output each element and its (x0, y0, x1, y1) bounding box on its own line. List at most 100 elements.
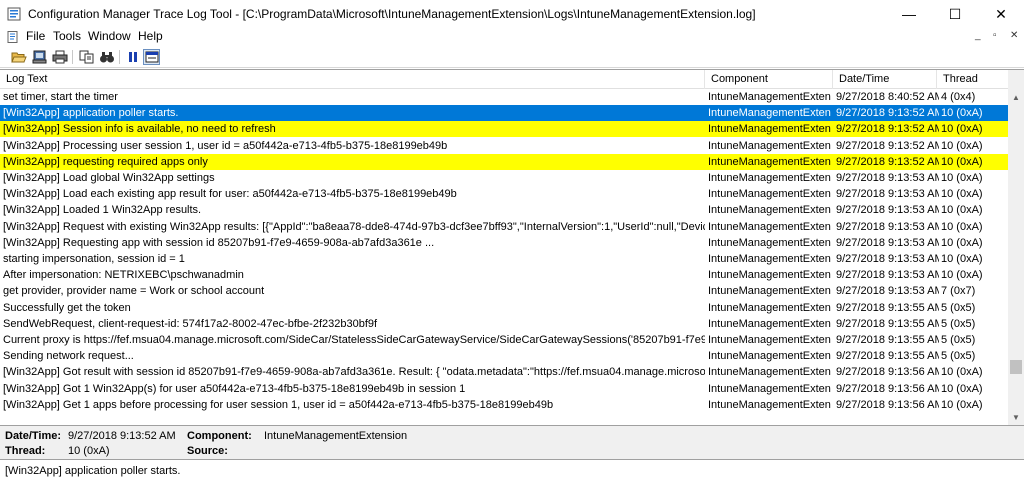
scroll-down-icon[interactable]: ▼ (1008, 409, 1024, 425)
pause-icon (128, 52, 137, 62)
table-row[interactable]: [Win32App] Load global Win32App settings… (0, 170, 1008, 186)
component-cell: IntuneManagementExtension (708, 156, 831, 168)
log-text-cell: [Win32App] Loaded 1 Win32App results. (3, 204, 202, 216)
column-header-date-time[interactable]: Date/Time (833, 70, 937, 89)
thread-cell: 5 (0x5) (941, 334, 976, 346)
component-cell: IntuneManagementExtension (708, 269, 831, 281)
log-text-cell: [Win32App] Load each existing app result… (3, 188, 457, 200)
child-close-icon[interactable]: ✕ (1010, 30, 1018, 41)
datetime-cell: 9/27/2018 9:13:52 AM (836, 107, 939, 119)
table-row[interactable]: [Win32App] application poller starts. Int… (0, 105, 1008, 121)
close-icon: ✕ (995, 5, 1007, 22)
thread-cell: 10 (0xA) (941, 237, 983, 249)
maximize-icon: ☐ (948, 5, 962, 22)
document-icon (7, 31, 18, 43)
thread-cell: 5 (0x5) (941, 350, 976, 362)
open-button[interactable] (10, 49, 27, 65)
find-icon (99, 52, 114, 63)
datetime-cell: 9/27/2018 9:13:52 AM (836, 140, 939, 152)
title-bar: Configuration Manager Trace Log Tool - [… (0, 0, 1024, 28)
child-minimize-icon[interactable]: _ (975, 30, 981, 41)
column-header-thread[interactable]: Thread (937, 70, 1008, 89)
datetime-cell: 9/27/2018 9:13:56 AM (836, 366, 939, 378)
copy-button[interactable] (78, 49, 95, 65)
vertical-scrollbar[interactable]: ▲ ▼ (1008, 70, 1024, 425)
print-preview-button[interactable] (31, 49, 48, 65)
table-row[interactable]: [Win32App] Requesting app with session i… (0, 235, 1008, 251)
table-row[interactable]: [Win32App] Load each existing app result… (0, 186, 1008, 202)
find-button[interactable] (98, 49, 115, 65)
table-row[interactable]: [Win32App] Request with existing Win32Ap… (0, 219, 1008, 235)
log-text-cell: Successfully get the token (3, 302, 131, 314)
table-row[interactable]: [Win32App] Get 1 apps before processing … (0, 397, 1008, 413)
table-row[interactable]: [Win32App] Loaded 1 Win32App results. Int… (0, 202, 1008, 218)
highlight-button[interactable] (143, 49, 160, 65)
thread-cell: 10 (0xA) (941, 188, 983, 200)
table-row[interactable]: [Win32App] Processing user session 1, us… (0, 138, 1008, 154)
datetime-cell: 9/27/2018 9:13:53 AM (836, 269, 939, 281)
log-text-cell: [Win32App] application poller starts. (3, 107, 179, 119)
message-text: [Win32App] application poller starts. (5, 465, 181, 477)
toolbar-separator (72, 50, 73, 64)
component-cell: IntuneManagementExtension (708, 285, 831, 297)
table-row[interactable]: [Win32App] Got result with session id 85… (0, 364, 1008, 380)
log-text-cell: [Win32App] Load global Win32App settings (3, 172, 215, 184)
table-row[interactable]: SendWebRequest, client-request-id: 574f1… (0, 316, 1008, 332)
minimize-button[interactable]: — (886, 0, 932, 28)
pause-button[interactable] (124, 49, 141, 65)
component-cell: IntuneManagementExtension (708, 172, 831, 184)
thread-cell: 10 (0xA) (941, 204, 983, 216)
table-row[interactable]: After impersonation: NETRIXEBC\pschwanad… (0, 267, 1008, 283)
grid-header: Log Text Component Date/Time Thread (0, 70, 1008, 89)
component-cell: IntuneManagementExtension (708, 253, 831, 265)
datetime-cell: 9/27/2018 9:13:55 AM (836, 334, 939, 346)
log-text-cell: [Win32App] Got result with session id 85… (3, 366, 705, 378)
menu-bar: File Tools Window Help (0, 28, 1024, 46)
component-cell: IntuneManagementExtension (708, 91, 831, 103)
thread-cell: 10 (0xA) (941, 156, 983, 168)
table-row[interactable]: Current proxy is https://fef.msua04.mana… (0, 332, 1008, 348)
table-row[interactable]: [Win32App] requesting required apps only… (0, 154, 1008, 170)
toolbar-separator (119, 50, 120, 64)
thread-label: Thread: (5, 445, 46, 457)
table-row[interactable]: set timer, start the timer IntuneManageme… (0, 89, 1008, 105)
menu-window[interactable]: Window (88, 28, 131, 46)
thread-cell: 10 (0xA) (941, 399, 983, 411)
datetime-cell: 9/27/2018 9:13:53 AM (836, 237, 939, 249)
table-row[interactable]: Sending network request... IntuneManageme… (0, 348, 1008, 364)
log-text-cell: [Win32App] Session info is available, no… (3, 123, 276, 135)
log-text-cell: get provider, provider name = Work or sc… (3, 285, 265, 297)
table-row[interactable]: Successfully get the token IntuneManageme… (0, 300, 1008, 316)
column-header-component[interactable]: Component (705, 70, 833, 89)
menu-help[interactable]: Help (138, 28, 163, 46)
datetime-cell: 9/27/2018 9:13:53 AM (836, 221, 939, 233)
message-pane[interactable]: [Win32App] application poller starts. (0, 459, 1024, 491)
child-restore-icon[interactable]: ▫ (993, 30, 997, 41)
datetime-cell: 9/27/2018 9:13:55 AM (836, 350, 939, 362)
component-cell: IntuneManagementExtension (708, 188, 831, 200)
log-text-cell: [Win32App] Processing user session 1, us… (3, 140, 448, 152)
print-preview-icon (32, 50, 46, 64)
log-text-cell: [Win32App] Requesting app with session i… (3, 237, 435, 249)
component-cell: IntuneManagementExtension (708, 302, 831, 314)
datetime-cell: 9/27/2018 9:13:52 AM (836, 156, 939, 168)
thread-cell: 10 (0xA) (941, 123, 983, 135)
component-cell: IntuneManagementExtension (708, 107, 831, 119)
table-row[interactable]: get provider, provider name = Work or sc… (0, 283, 1008, 299)
scroll-up-icon[interactable]: ▲ (1008, 89, 1024, 106)
component-cell: IntuneManagementExtension (708, 221, 831, 233)
datetime-cell: 9/27/2018 9:13:53 AM (836, 188, 939, 200)
menu-tools[interactable]: Tools (53, 28, 81, 46)
table-row[interactable]: [Win32App] Session info is available, no… (0, 121, 1008, 137)
close-button[interactable]: ✕ (978, 0, 1024, 28)
column-header-log-text[interactable]: Log Text (0, 70, 705, 89)
component-cell: IntuneManagementExtension (708, 334, 831, 346)
scrollbar-thumb[interactable] (1010, 360, 1022, 374)
table-row[interactable]: starting impersonation, session id = 1 In… (0, 251, 1008, 267)
menu-file[interactable]: File (26, 28, 45, 46)
maximize-button[interactable]: ☐ (932, 0, 978, 28)
log-text-cell: set timer, start the timer (3, 91, 118, 103)
print-button[interactable] (51, 49, 68, 65)
open-icon (10, 52, 27, 63)
table-row[interactable]: [Win32App] Got 1 Win32App(s) for user a5… (0, 381, 1008, 397)
